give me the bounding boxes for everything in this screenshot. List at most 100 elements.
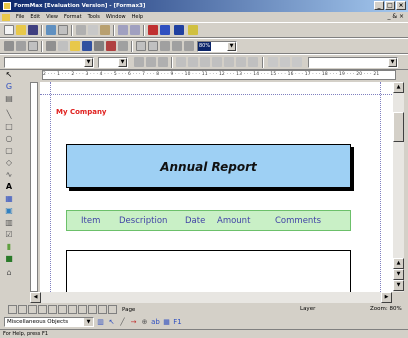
menu-file[interactable]: File bbox=[13, 12, 27, 22]
save-icon[interactable] bbox=[28, 25, 38, 35]
line-width-icon[interactable] bbox=[280, 57, 290, 67]
label-tool-icon[interactable]: ▤ bbox=[4, 94, 14, 104]
font-size-select[interactable]: ▼ bbox=[98, 57, 128, 68]
polygon-tool-icon[interactable]: ◇ bbox=[4, 158, 14, 168]
rounded-rect-tool-icon[interactable]: ▢ bbox=[4, 146, 14, 156]
align-right-icon[interactable] bbox=[236, 57, 246, 67]
scroll-down-icon[interactable]: ▼ bbox=[393, 280, 404, 291]
snap-icon[interactable] bbox=[16, 41, 26, 51]
help-icon[interactable] bbox=[188, 25, 198, 35]
company-name[interactable]: My Company bbox=[56, 108, 107, 116]
cut-icon[interactable] bbox=[76, 25, 86, 35]
copy-page-icon[interactable] bbox=[148, 41, 158, 51]
add-page-icon[interactable] bbox=[48, 305, 57, 314]
scroll-left-icon[interactable]: ◀ bbox=[30, 292, 41, 303]
page-3-icon[interactable] bbox=[88, 305, 97, 314]
barcode-tool-icon[interactable]: ▮ bbox=[4, 242, 14, 252]
zoom-select[interactable]: 80% ▼ bbox=[197, 41, 237, 52]
filter-icon[interactable] bbox=[174, 25, 184, 35]
print-icon[interactable] bbox=[46, 25, 56, 35]
checkbox-tool-icon[interactable]: ☑ bbox=[4, 230, 14, 240]
column-header-band[interactable]: Item Description Date Amount Comments bbox=[66, 210, 351, 231]
page-5-icon[interactable] bbox=[108, 305, 117, 314]
calendar-object-icon[interactable]: ▦ bbox=[162, 318, 171, 327]
table-icon[interactable] bbox=[28, 41, 38, 51]
report-body-box[interactable] bbox=[66, 250, 351, 292]
pointer-icon[interactable]: ↖ bbox=[4, 70, 14, 80]
last-page-icon[interactable] bbox=[38, 305, 47, 314]
field-tool-icon[interactable]: ▦ bbox=[4, 194, 14, 204]
chevron-down-icon[interactable]: ▼ bbox=[84, 318, 93, 326]
grid-icon[interactable] bbox=[4, 41, 14, 51]
text-object-icon[interactable]: ab bbox=[151, 318, 160, 327]
image-tool-icon[interactable]: ▣ bbox=[4, 206, 14, 216]
scroll-right-icon[interactable]: ▶ bbox=[381, 292, 392, 303]
line-object-icon[interactable]: ╱ bbox=[118, 318, 127, 327]
font-shrink-icon[interactable] bbox=[158, 57, 168, 67]
chevron-down-icon[interactable]: ▼ bbox=[118, 58, 127, 67]
rectangle-tool-icon[interactable]: □ bbox=[4, 122, 14, 132]
text-tool-icon[interactable]: G bbox=[4, 82, 14, 92]
undo-icon[interactable] bbox=[118, 25, 128, 35]
page-up-icon[interactable]: ▲ bbox=[393, 258, 404, 269]
page-1-icon[interactable] bbox=[68, 305, 77, 314]
menu-view[interactable]: View bbox=[43, 12, 61, 22]
italic-icon[interactable] bbox=[188, 57, 198, 67]
object-type-select[interactable]: Miscellaneous Objects ▼ bbox=[4, 317, 94, 327]
menu-tools[interactable]: Tools bbox=[85, 12, 103, 22]
style-select[interactable]: ▼ bbox=[308, 57, 398, 68]
menu-edit[interactable]: Edit bbox=[27, 12, 43, 22]
new-icon[interactable] bbox=[4, 25, 14, 35]
align-left-icon[interactable] bbox=[212, 57, 222, 67]
paste-icon[interactable] bbox=[100, 25, 110, 35]
menu-window[interactable]: Window bbox=[103, 12, 129, 22]
color-tool-icon[interactable]: ■ bbox=[4, 254, 14, 264]
horizontal-scrollbar[interactable]: ◀ ▶ bbox=[30, 292, 392, 303]
rotate-icon[interactable] bbox=[184, 41, 194, 51]
page-icon[interactable] bbox=[136, 41, 146, 51]
group-icon[interactable] bbox=[118, 41, 128, 51]
chevron-down-icon[interactable]: ▼ bbox=[388, 58, 397, 67]
justify-icon[interactable] bbox=[248, 57, 258, 67]
align-icon[interactable] bbox=[94, 41, 104, 51]
align-center-icon[interactable] bbox=[224, 57, 234, 67]
database-icon[interactable] bbox=[58, 41, 68, 51]
document-window-controls[interactable]: _ & × bbox=[387, 13, 404, 20]
minimize-button[interactable]: _ bbox=[374, 1, 384, 10]
scroll-up-icon[interactable]: ▲ bbox=[393, 82, 404, 93]
scroll-thumb[interactable] bbox=[393, 112, 404, 142]
copy-icon[interactable] bbox=[88, 25, 98, 35]
zoom-out-icon[interactable] bbox=[172, 41, 182, 51]
page-down-icon[interactable]: ▼ bbox=[393, 269, 404, 280]
chevron-down-icon[interactable]: ▼ bbox=[227, 42, 236, 51]
maximize-button[interactable]: □ bbox=[385, 1, 395, 10]
stamp-tool-icon[interactable]: ⌂ bbox=[4, 268, 14, 278]
menu-help[interactable]: Help bbox=[129, 12, 146, 22]
border-icon[interactable] bbox=[292, 57, 302, 67]
document-canvas[interactable]: My Company Annual Report Item Descriptio… bbox=[40, 82, 392, 292]
next-page-icon[interactable] bbox=[28, 305, 37, 314]
field-icon[interactable] bbox=[46, 41, 56, 51]
prev-page-icon[interactable] bbox=[18, 305, 27, 314]
pointer-object-icon[interactable]: ↖ bbox=[107, 318, 116, 327]
close-button[interactable]: × bbox=[396, 1, 406, 10]
delete-page-icon[interactable] bbox=[58, 305, 67, 314]
ellipse-tool-icon[interactable]: ○ bbox=[4, 134, 14, 144]
line-style-icon[interactable] bbox=[268, 57, 278, 67]
table-object-icon[interactable]: ▥ bbox=[96, 318, 105, 327]
font-grow-icon[interactable] bbox=[146, 57, 156, 67]
table-tool-icon[interactable]: ▥ bbox=[4, 218, 14, 228]
arrow-object-icon[interactable]: → bbox=[129, 318, 138, 327]
font-name-select[interactable]: ▼ bbox=[4, 57, 94, 68]
page-tab-label[interactable]: Page bbox=[122, 307, 135, 313]
curve-tool-icon[interactable]: ∿ bbox=[4, 170, 14, 180]
underline-icon[interactable] bbox=[200, 57, 210, 67]
report-title-box[interactable]: Annual Report bbox=[66, 144, 351, 188]
draw-icon[interactable] bbox=[148, 25, 158, 35]
redo-icon[interactable] bbox=[130, 25, 140, 35]
pencil-icon[interactable] bbox=[70, 41, 80, 51]
document-icon[interactable] bbox=[2, 13, 10, 21]
circle-object-icon[interactable]: ⊕ bbox=[140, 318, 149, 327]
page-4-icon[interactable] bbox=[98, 305, 107, 314]
open-icon[interactable] bbox=[16, 25, 26, 35]
